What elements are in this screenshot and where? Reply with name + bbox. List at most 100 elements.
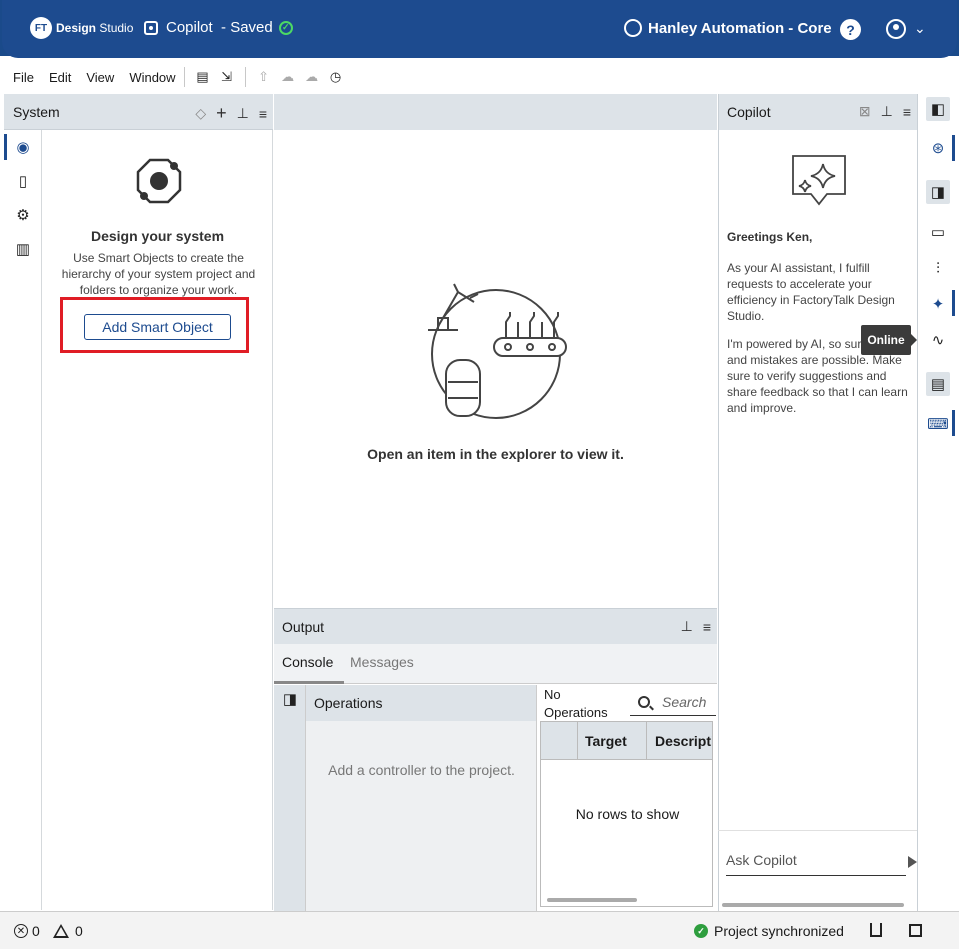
tab-messages[interactable]: Messages <box>350 654 414 670</box>
output-rail: ◨ <box>274 685 306 911</box>
clear-icon[interactable]: ⊠ <box>859 103 871 120</box>
smart-objects-icon[interactable]: ◉ <box>4 130 42 164</box>
grid-column-divider <box>646 722 647 760</box>
panel-right-icon[interactable]: ◨ <box>926 180 950 204</box>
project-title: Copilot - Saved ✓ <box>144 19 293 36</box>
project-status: - Saved <box>221 19 273 36</box>
chevron-down-icon[interactable]: ⌄ <box>914 20 926 37</box>
org-name: Hanley Automation - Core <box>648 19 832 37</box>
output-panel-title: Output <box>282 619 325 635</box>
sync-check-icon: ✓ <box>694 924 708 938</box>
org-selector[interactable]: Hanley Automation - Core <box>624 19 832 37</box>
error-icon: ✕ <box>14 924 28 938</box>
menu-icon[interactable]: ≡ <box>903 104 911 120</box>
error-count-value: 0 <box>32 923 40 939</box>
output-tabs: Console Messages <box>274 644 717 684</box>
ask-copilot-input[interactable]: Ask Copilot <box>726 850 906 876</box>
controller-icon[interactable]: ▯ <box>4 164 42 198</box>
menu-icon[interactable]: ≡ <box>703 619 711 635</box>
app-logo[interactable]: FT Design Studio <box>30 17 133 39</box>
menu-edit[interactable]: Edit <box>49 70 71 85</box>
status-bar: ✕ 0 0 ✓ Project synchronized <box>0 911 959 949</box>
warning-count[interactable]: 0 <box>53 923 83 939</box>
user-avatar-icon[interactable] <box>886 19 906 39</box>
toolbar-separator <box>183 67 185 87</box>
copilot-scrollbar[interactable] <box>722 903 904 907</box>
cloud-upload-icon[interactable]: ☁ <box>280 69 296 85</box>
editor-tab-strip <box>274 94 717 130</box>
copilot-panel-header: Copilot ⊠ ⊥ ≡ <box>718 94 917 130</box>
menu-icon[interactable]: ≡ <box>259 106 267 122</box>
panel-layout-icon[interactable]: ◧ <box>926 97 950 121</box>
upload-icon[interactable]: ⇧ <box>256 69 272 85</box>
active-indicator <box>952 135 955 161</box>
copilot-icon[interactable]: ✦ <box>926 292 950 316</box>
toolbox-icon[interactable]: ▭ <box>926 220 950 244</box>
bottom-panel-icon[interactable]: ▤ <box>926 372 950 396</box>
config-icon[interactable]: ⚙ <box>4 198 42 232</box>
org-icon <box>624 19 642 37</box>
tab-active-indicator <box>274 681 344 684</box>
document-icon[interactable]: ▤ <box>195 69 211 85</box>
copilot-panel-actions: ⊠ ⊥ ≡ <box>859 103 911 120</box>
panel-toggle-icon[interactable]: ◨ <box>278 687 302 711</box>
cloud-download-icon[interactable]: ☁ <box>304 69 320 85</box>
copilot-sparkle-icon <box>792 155 846 206</box>
operations-grid: Target Descripti No rows to show <box>540 721 713 907</box>
grid-column-description[interactable]: Descripti <box>655 733 712 749</box>
system-panel-actions: ◇ + ⊥ ≡ <box>195 103 267 124</box>
factory-illustration <box>428 283 567 419</box>
pin-icon[interactable]: ⊥ <box>237 105 249 122</box>
operations-header: Operations <box>306 685 537 721</box>
add-smart-object-button[interactable]: Add Smart Object <box>84 314 231 340</box>
menu-file[interactable]: File <box>13 70 34 85</box>
output-panel-header: Output ⊥ ≡ <box>274 608 717 644</box>
system-rail: ◉ ▯ ⚙ ▥ <box>4 130 42 910</box>
operations-search[interactable]: Search <box>630 688 716 716</box>
design-system-title: Design your system <box>90 228 225 244</box>
active-indicator <box>952 290 955 316</box>
system-panel-title: System <box>13 104 60 120</box>
copilot-panel-body: Greetings Ken, As your AI assistant, I f… <box>718 130 917 911</box>
warning-icon <box>53 924 69 938</box>
grid-empty-message: No rows to show <box>575 806 680 822</box>
copilot-intro-text: As your AI assistant, I fulfill requests… <box>727 261 895 323</box>
pin-icon[interactable]: ⊥ <box>881 103 893 120</box>
grid-header: Target Descripti <box>541 722 712 760</box>
tab-console[interactable]: Console <box>282 654 333 670</box>
library-icon[interactable]: ▥ <box>4 232 42 266</box>
send-icon[interactable] <box>908 856 917 868</box>
project-name: Copilot <box>166 19 213 36</box>
grid-scrollbar[interactable] <box>547 898 637 902</box>
editor-area: Open an item in the explorer to view it. <box>274 130 717 608</box>
warning-count-value: 0 <box>75 923 83 939</box>
menu-bar: File Edit View Window ▤ ⇲ ⇧ ☁ ☁ ◷ <box>0 60 959 94</box>
layout-icon[interactable] <box>870 923 882 937</box>
compass-icon[interactable]: ⊛ <box>926 136 950 160</box>
app-header: FT Design Studio Copilot - Saved ✓ Hanle… <box>0 0 959 58</box>
grid-column-divider <box>577 722 578 760</box>
menu-view[interactable]: View <box>86 70 114 85</box>
add-icon[interactable]: + <box>216 103 227 124</box>
history-icon[interactable]: ◷ <box>328 69 344 85</box>
grid-column-target[interactable]: Target <box>585 733 627 749</box>
maximize-icon[interactable] <box>909 924 922 937</box>
tag-icon[interactable]: ◇ <box>195 105 206 122</box>
smart-object-icon <box>136 158 182 204</box>
output-panel-actions: ⊥ ≡ <box>681 618 711 635</box>
menu-window[interactable]: Window <box>129 70 175 85</box>
terminal-icon[interactable]: ⌨ <box>926 412 950 436</box>
pin-icon[interactable]: ⊥ <box>681 618 693 635</box>
no-operations-label: No Operations <box>544 687 608 720</box>
active-indicator <box>952 410 955 436</box>
export-icon[interactable]: ⇲ <box>219 69 235 85</box>
operations-empty-message: Add a controller to the project. <box>328 762 515 778</box>
error-count[interactable]: ✕ 0 <box>14 923 40 939</box>
search-input[interactable]: Search <box>662 694 706 710</box>
logo-text: Design Studio <box>56 21 134 35</box>
online-tooltip: Online <box>861 325 917 355</box>
online-icon[interactable]: ∿ <box>926 328 950 352</box>
sliders-icon[interactable]: ⫶ <box>926 256 950 280</box>
copilot-divider <box>718 830 917 831</box>
help-icon[interactable]: ? <box>840 19 861 40</box>
